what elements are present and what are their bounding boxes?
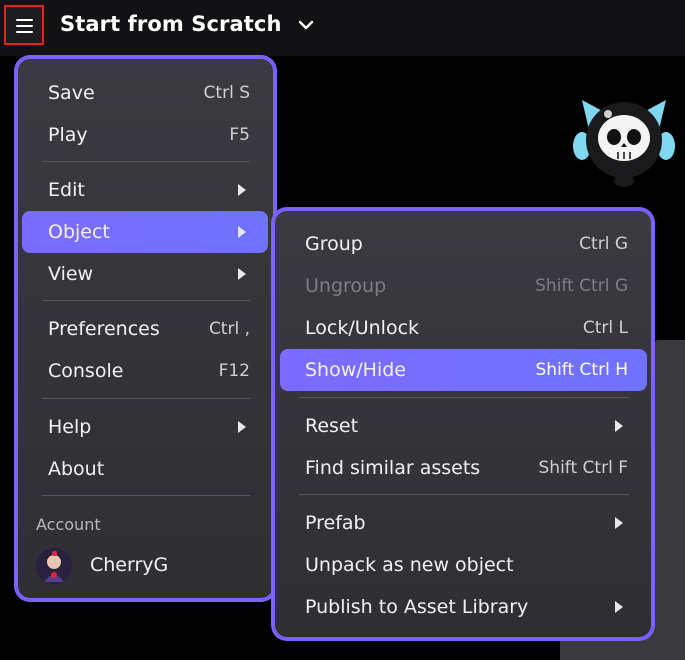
menu-item-label: Reset: [305, 415, 359, 437]
skull-mascot-icon: [573, 100, 675, 187]
menu-divider: [299, 397, 629, 398]
menu-item-label: Preferences: [48, 318, 160, 340]
object-submenu: Group Ctrl G Ungroup Shift Ctrl G Lock/U…: [273, 209, 653, 639]
menu-item-preferences[interactable]: Preferences Ctrl ,: [48, 311, 250, 347]
project-title[interactable]: Start from Scratch: [60, 12, 282, 36]
hamburger-icon-bar: [16, 25, 33, 27]
submenu-item-ungroup[interactable]: Ungroup Shift Ctrl G: [305, 268, 628, 304]
chevron-right-icon: [238, 268, 246, 280]
menu-item-label: Save: [48, 82, 95, 104]
menu-item-label: Console: [48, 360, 124, 382]
submenu-item-group[interactable]: Group Ctrl G: [305, 226, 628, 262]
menu-item-shortcut: Ctrl ,: [208, 319, 250, 339]
menu-divider: [42, 161, 250, 162]
menu-item-label: Object: [48, 221, 110, 243]
menu-item-shortcut: Shift Ctrl G: [535, 276, 628, 296]
menu-item-shortcut: Ctrl S: [203, 83, 250, 103]
hamburger-icon-bar: [16, 31, 33, 33]
menu-item-label: Play: [48, 124, 88, 146]
menu-item-label: Lock/Unlock: [305, 317, 420, 339]
menu-item-label: Find similar assets: [305, 457, 481, 479]
chevron-down-icon[interactable]: [296, 15, 316, 35]
menu-item-edit[interactable]: Edit: [48, 172, 246, 208]
menu-divider: [42, 495, 250, 496]
menu-item-label: Unpack as new object: [305, 554, 514, 576]
submenu-item-show-hide[interactable]: Show/Hide Shift Ctrl H: [280, 349, 647, 391]
submenu-item-prefab[interactable]: Prefab: [305, 505, 623, 541]
submenu-item-reset[interactable]: Reset: [305, 408, 623, 444]
account-section-label: Account: [36, 515, 101, 534]
menu-item-play[interactable]: Play F5: [48, 117, 250, 153]
menu-item-label: View: [48, 263, 94, 285]
chevron-right-icon: [615, 420, 623, 432]
menu-item-label: About: [48, 458, 105, 480]
chevron-right-icon: [615, 517, 623, 529]
menu-divider: [42, 300, 250, 301]
menu-item-label: Ungroup: [305, 275, 387, 297]
menu-item-shortcut: Shift Ctrl H: [535, 360, 628, 380]
submenu-item-unpack[interactable]: Unpack as new object: [305, 547, 623, 583]
avatar[interactable]: [36, 548, 72, 584]
chevron-right-icon: [238, 184, 246, 196]
top-bar: Start from Scratch: [0, 0, 685, 56]
menu-item-view[interactable]: View: [48, 256, 246, 292]
menu-item-label: Prefab: [305, 512, 366, 534]
submenu-item-find-similar[interactable]: Find similar assets Shift Ctrl F: [305, 450, 628, 486]
menu-item-shortcut: Ctrl L: [582, 318, 628, 338]
menu-item-shortcut: Ctrl G: [579, 234, 628, 254]
menu-item-label: Show/Hide: [305, 359, 406, 381]
menu-divider: [299, 494, 629, 495]
menu-item-save[interactable]: Save Ctrl S: [48, 75, 250, 111]
menu-divider: [42, 398, 250, 399]
menu-item-help[interactable]: Help: [48, 409, 246, 445]
chevron-right-icon: [238, 226, 246, 238]
chevron-right-icon: [238, 421, 246, 433]
submenu-item-lock-unlock[interactable]: Lock/Unlock Ctrl L: [305, 310, 628, 346]
menu-item-about[interactable]: About: [48, 451, 246, 487]
account-username[interactable]: CherryG: [90, 554, 168, 576]
menu-item-label: Group: [305, 233, 363, 255]
hamburger-icon: [16, 19, 33, 21]
menu-item-label: Publish to Asset Library: [305, 596, 529, 618]
menu-item-object[interactable]: Object: [22, 211, 268, 253]
hamburger-menu-button[interactable]: [4, 5, 44, 45]
menu-item-label: Edit: [48, 179, 85, 201]
menu-item-console[interactable]: Console F12: [48, 353, 250, 389]
menu-item-shortcut: F12: [218, 361, 250, 381]
menu-item-shortcut: Shift Ctrl F: [538, 458, 628, 478]
menu-item-shortcut: F5: [229, 125, 250, 145]
submenu-item-publish[interactable]: Publish to Asset Library: [305, 589, 623, 625]
menu-item-label: Help: [48, 416, 92, 438]
chevron-right-icon: [615, 601, 623, 613]
main-menu: Save Ctrl S Play F5 Edit Object View Pre…: [16, 57, 275, 600]
